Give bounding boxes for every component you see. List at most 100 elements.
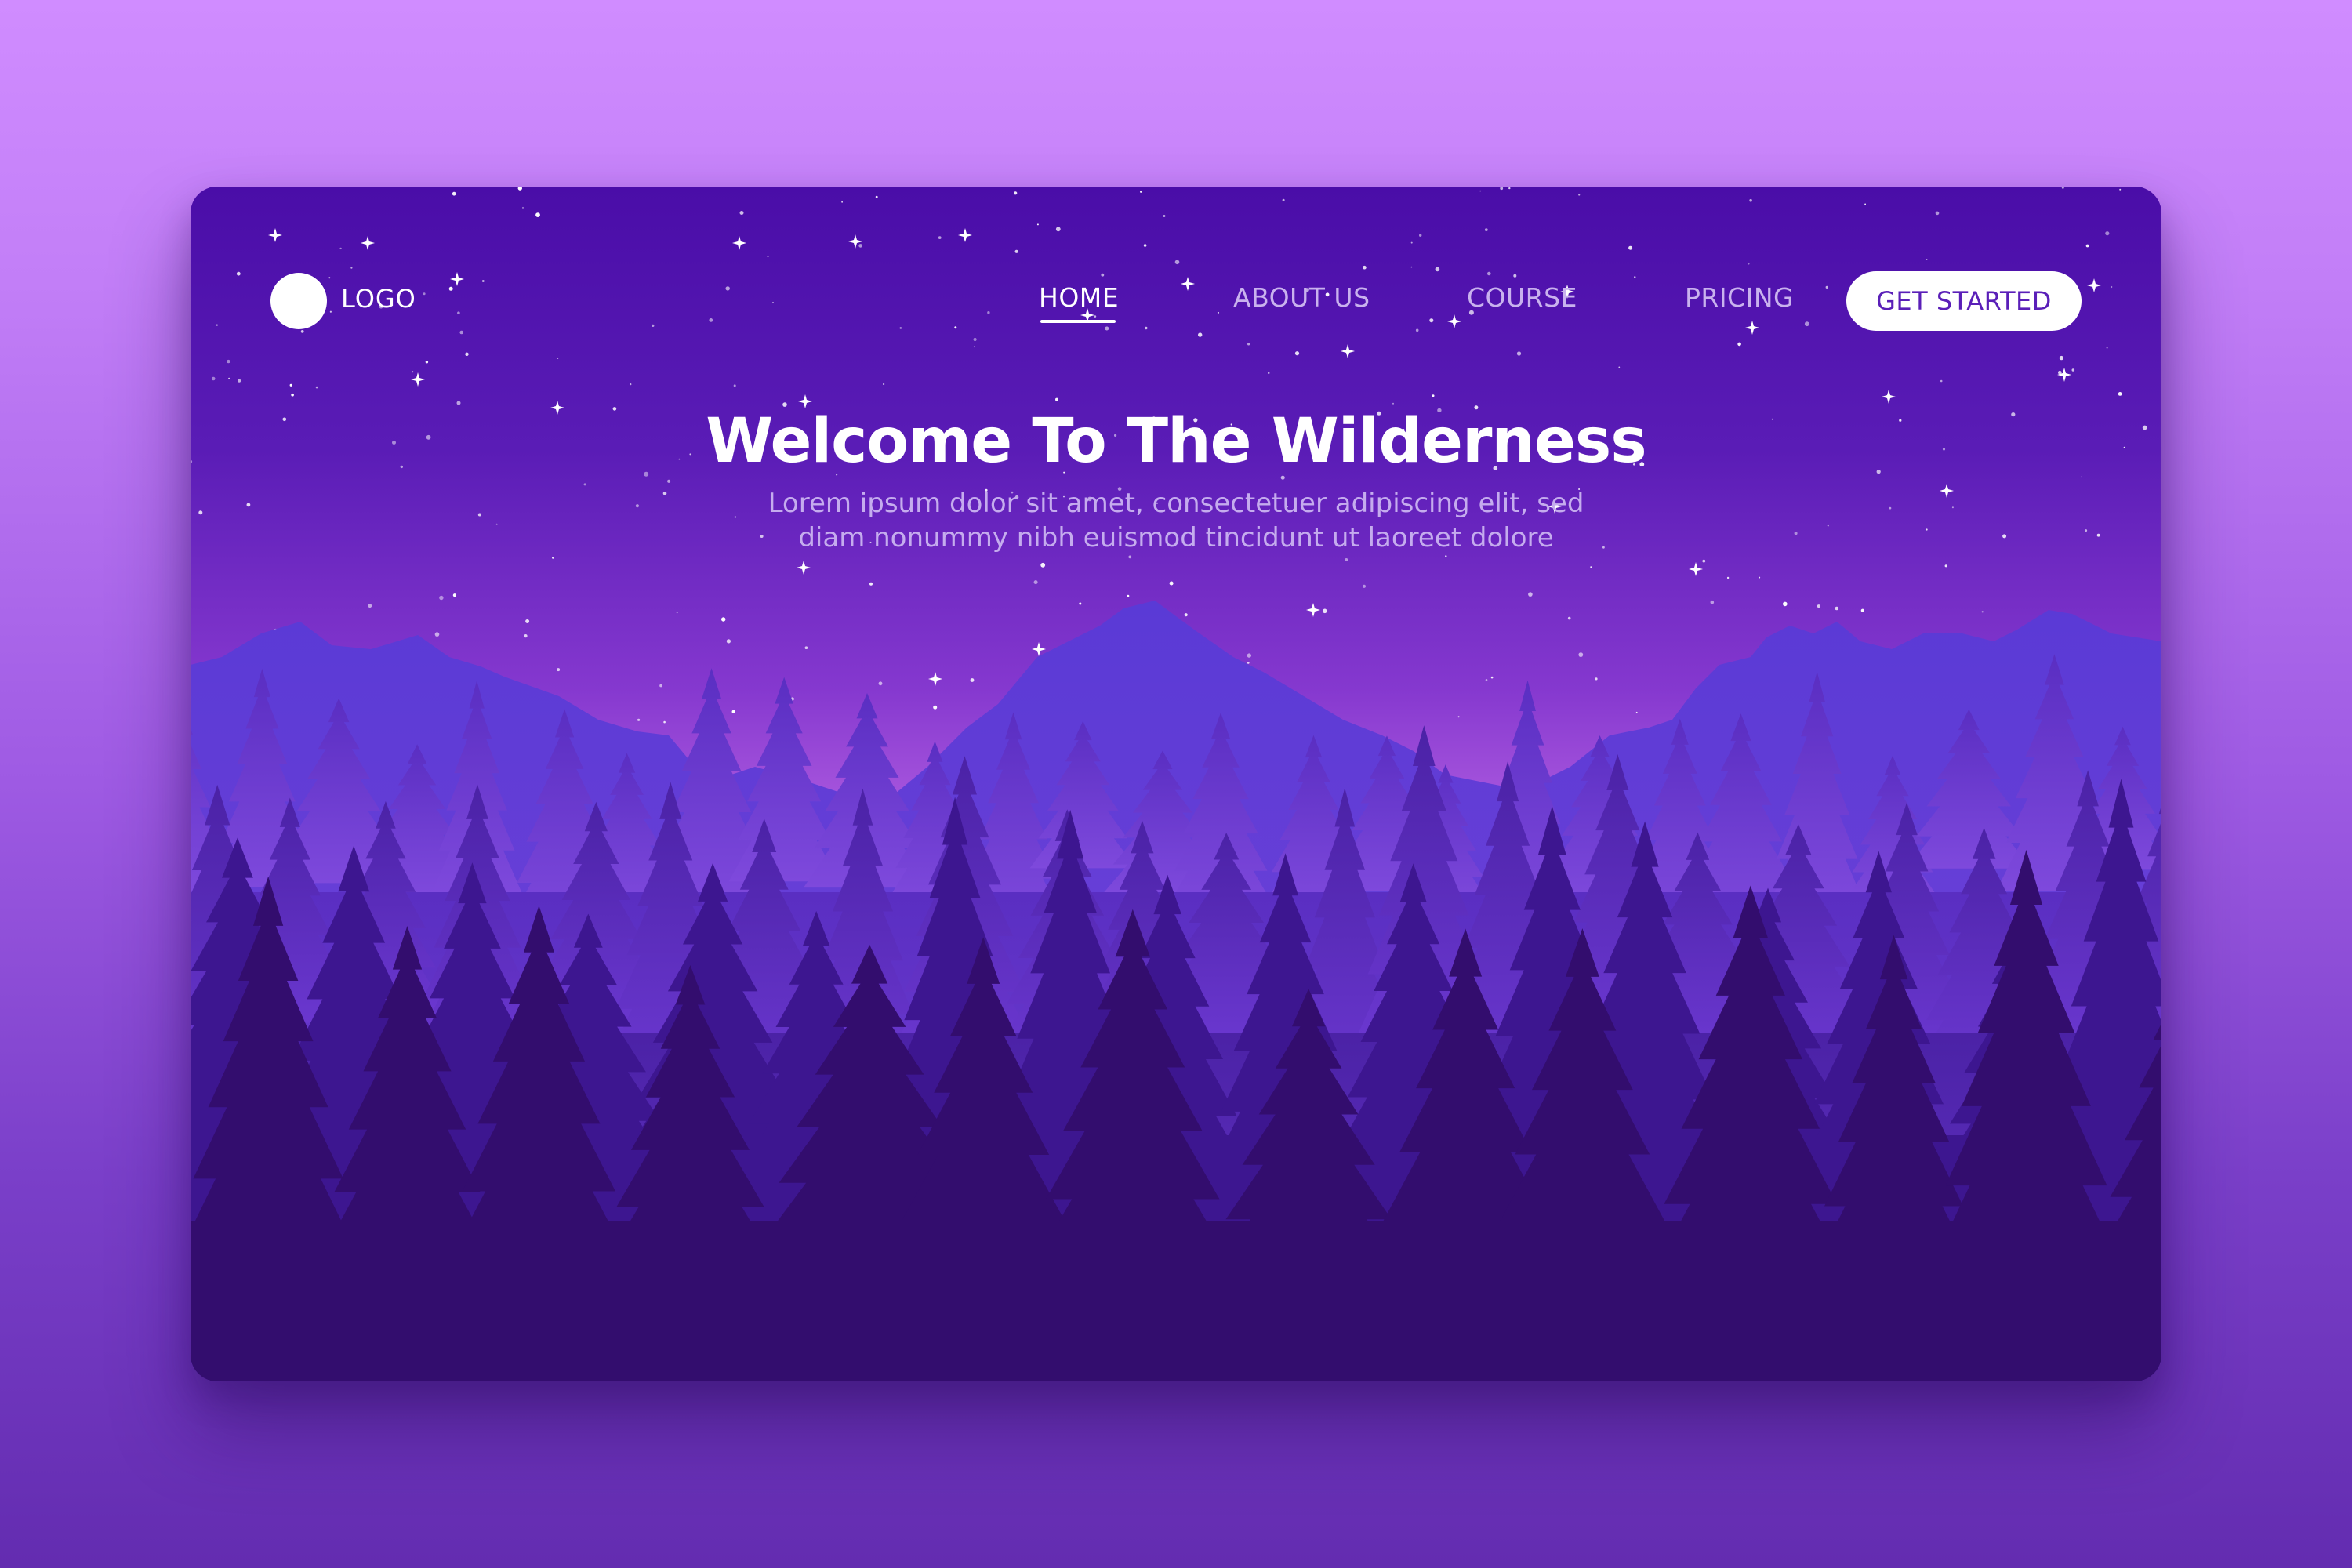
star [1362, 584, 1367, 588]
star [1490, 676, 1494, 679]
star [246, 503, 251, 507]
star [434, 632, 440, 637]
star [1323, 608, 1327, 614]
star [1702, 559, 1706, 563]
star [524, 634, 528, 638]
star [1432, 394, 1435, 397]
star [878, 681, 883, 686]
star [637, 718, 641, 721]
star [1827, 524, 1829, 527]
star [721, 617, 726, 622]
star [1926, 528, 1928, 531]
nav-item-course[interactable]: COURSE [1467, 282, 1577, 313]
star [630, 383, 632, 386]
nav-item-about-us[interactable]: ABOUT US [1233, 282, 1370, 313]
star [412, 371, 414, 373]
star [1817, 604, 1820, 608]
star [1940, 379, 1943, 383]
star [557, 668, 561, 672]
star [2085, 529, 2088, 532]
star [1860, 608, 1864, 612]
star [1567, 616, 1571, 620]
star [238, 379, 241, 383]
star [2096, 533, 2100, 537]
star [2106, 347, 2108, 349]
hero-subtitle-line-2: diam nonummy nibh euismod tincidunt ut l… [798, 522, 1554, 554]
star [1184, 613, 1188, 617]
star [1127, 594, 1130, 597]
star [1618, 366, 1621, 368]
star [198, 510, 203, 515]
star [1345, 558, 1348, 561]
star [970, 678, 975, 682]
wilderness-illustration [191, 187, 2161, 1381]
star [1944, 564, 1947, 568]
star [1794, 532, 1798, 535]
star [2002, 534, 2007, 539]
star [1759, 576, 1761, 579]
star [1079, 602, 1082, 605]
star [973, 346, 975, 348]
star [667, 479, 671, 483]
star [635, 504, 640, 508]
star [289, 383, 292, 387]
star [2071, 368, 2075, 372]
star [734, 516, 736, 518]
star [465, 352, 469, 356]
star [1590, 566, 1592, 568]
star [726, 639, 731, 644]
star [583, 483, 586, 486]
star [439, 595, 444, 601]
star [1516, 351, 1522, 356]
star [662, 492, 667, 495]
star [1128, 555, 1132, 559]
star [452, 593, 456, 597]
star [1485, 679, 1488, 681]
hero-title: Welcome To The Wilderness [706, 406, 1646, 477]
star [1457, 716, 1460, 718]
landing-card: LOGO HOME ABOUT US COURSE PRICING GET ST… [191, 187, 2161, 1381]
star [227, 359, 230, 364]
star [1889, 506, 1892, 510]
star [1268, 372, 1270, 374]
star [659, 684, 662, 688]
star [477, 513, 481, 517]
get-started-button[interactable]: GET STARTED [1846, 271, 2082, 331]
star [1835, 606, 1839, 611]
star [1528, 592, 1533, 597]
star [733, 384, 736, 387]
star [883, 383, 885, 385]
star [933, 705, 938, 710]
star [2059, 355, 2064, 361]
star [663, 720, 666, 724]
star [1595, 677, 1598, 681]
nav-item-home[interactable]: HOME [1039, 282, 1119, 313]
star [495, 523, 498, 525]
star [1169, 581, 1174, 586]
star [731, 710, 735, 713]
star [804, 646, 808, 649]
top-navigation: LOGO HOME ABOUT US COURSE PRICING GET ST… [191, 187, 2161, 343]
logo-label[interactable]: LOGO [341, 284, 416, 314]
hero-subtitle-line-1: Lorem ipsum dolor sit amet, consectetuer… [768, 488, 1584, 519]
star [228, 377, 230, 379]
star [557, 358, 559, 359]
star [368, 604, 372, 608]
star [2118, 392, 2122, 396]
star [1055, 397, 1058, 401]
star [1635, 711, 1638, 713]
nav-item-pricing[interactable]: PRICING [1685, 282, 1794, 313]
star [1247, 653, 1252, 658]
star [1710, 600, 1715, 604]
star [425, 361, 429, 364]
star [456, 401, 461, 405]
star [1392, 402, 1394, 405]
logo-circle-icon[interactable] [270, 273, 327, 329]
star [1951, 506, 1954, 509]
star [1783, 601, 1788, 607]
star [291, 393, 294, 397]
star [676, 612, 678, 614]
star [525, 619, 530, 623]
forest-floor [191, 1221, 2161, 1381]
star [1033, 580, 1038, 585]
